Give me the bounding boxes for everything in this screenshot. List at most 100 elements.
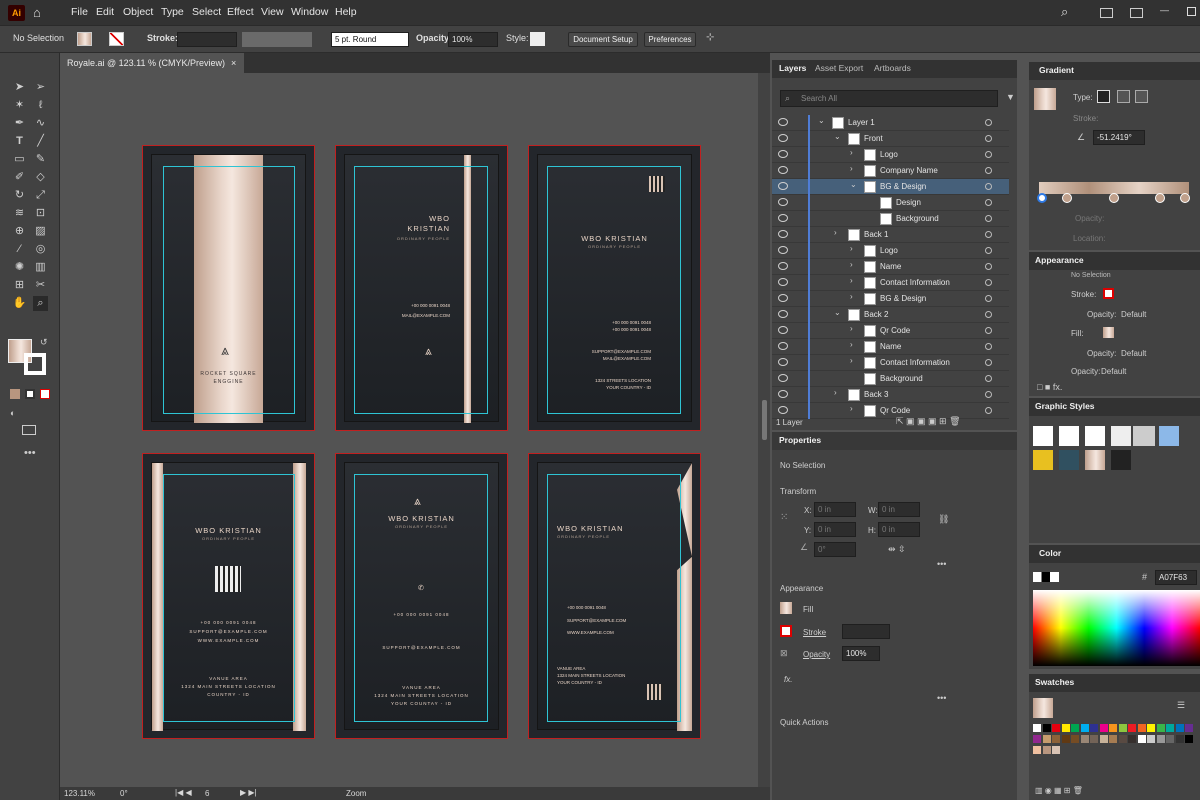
layer-row[interactable]: › Logo <box>772 147 1009 163</box>
menu-window[interactable]: Window <box>291 6 328 18</box>
expand-toggle-icon[interactable]: › <box>834 228 837 237</box>
zoom-tool-icon[interactable]: ⌕ <box>33 296 48 311</box>
stroke-weight-field[interactable] <box>842 624 890 639</box>
gradient-stop-1[interactable] <box>1037 193 1047 203</box>
color-swatch[interactable] <box>1090 735 1098 743</box>
artboard-2[interactable]: WBO KRISTIAN ORDINARY PEOPLE +00 000 009… <box>335 145 508 431</box>
opacity-label[interactable]: Opacity: <box>1071 367 1100 376</box>
target-circle-icon[interactable] <box>985 199 992 206</box>
more-options-icon[interactable]: ••• <box>937 559 946 569</box>
menu-select[interactable]: Select <box>192 6 221 18</box>
expand-toggle-icon[interactable]: › <box>850 356 853 365</box>
visibility-eye-icon[interactable] <box>778 166 788 174</box>
zoom-level[interactable]: 123.11% <box>64 789 95 798</box>
color-swatch[interactable] <box>1099 735 1108 743</box>
visibility-eye-icon[interactable] <box>778 294 788 302</box>
flip-icons[interactable]: ⇹ ⇳ <box>888 544 906 555</box>
target-circle-icon[interactable] <box>985 183 992 190</box>
more-appearance-icon[interactable]: ••• <box>937 693 946 703</box>
target-circle-icon[interactable] <box>985 279 992 286</box>
fill-swatch[interactable] <box>77 32 92 46</box>
layer-row[interactable]: › Back 1 <box>772 227 1009 243</box>
shaper-icon[interactable]: ✐ <box>12 170 27 185</box>
color-swatch[interactable] <box>1128 724 1136 732</box>
artboard-4[interactable]: WBO KRISTIAN ORDINARY PEOPLE +00 000 009… <box>142 453 315 739</box>
color-swatch[interactable] <box>1156 735 1165 743</box>
visibility-eye-icon[interactable] <box>778 406 788 414</box>
x-field[interactable]: 0 in <box>814 502 856 517</box>
freeform-gradient-icon[interactable] <box>1135 90 1148 103</box>
visibility-eye-icon[interactable] <box>778 390 788 398</box>
gradient-tool-icon[interactable]: ▨ <box>33 224 48 239</box>
target-circle-icon[interactable] <box>985 375 992 382</box>
style-6[interactable] <box>1159 426 1179 446</box>
color-swatch[interactable] <box>1042 735 1051 743</box>
color-swatch[interactable] <box>1052 724 1060 732</box>
color-swatch[interactable] <box>1061 724 1070 732</box>
target-circle-icon[interactable] <box>985 295 992 302</box>
magic-wand-icon[interactable]: ✶ <box>12 98 27 113</box>
expand-toggle-icon[interactable]: › <box>850 276 853 285</box>
rotation-value[interactable]: 0° <box>120 789 128 798</box>
layer-row[interactable]: Background <box>772 211 1009 227</box>
list-view-icon[interactable]: ☰ <box>1177 700 1185 711</box>
target-circle-icon[interactable] <box>985 263 992 270</box>
layer-row[interactable]: › Name <box>772 339 1009 355</box>
visibility-eye-icon[interactable] <box>778 198 788 206</box>
visibility-eye-icon[interactable] <box>778 358 788 366</box>
stroke-swatch[interactable] <box>1103 288 1114 299</box>
draw-mode-icon[interactable]: ◐ <box>10 408 15 418</box>
gradient-stop-5[interactable] <box>1180 193 1190 203</box>
active-swatch[interactable] <box>1033 698 1053 718</box>
stroke-swatch[interactable] <box>109 32 124 46</box>
artboard-canvas[interactable]: ⩓ ROCKET SQUARE ENGGINE WBO KRISTIAN ORD… <box>60 73 770 787</box>
expand-toggle-icon[interactable]: ⌄ <box>850 180 857 189</box>
color-swatch[interactable] <box>1052 735 1060 743</box>
style-8[interactable] <box>1059 450 1079 470</box>
curvature-icon[interactable]: ∿ <box>33 116 48 131</box>
tab-asset-export[interactable]: Asset Export <box>815 63 863 73</box>
color-swatch[interactable] <box>1071 735 1079 743</box>
color-swatch[interactable] <box>1118 724 1127 732</box>
menu-help[interactable]: Help <box>335 6 357 18</box>
layer-row[interactable]: › BG & Design <box>772 291 1009 307</box>
eraser-icon[interactable]: ◇ <box>33 170 48 185</box>
home-icon[interactable]: ⌂ <box>33 5 41 20</box>
menu-view[interactable]: View <box>261 6 284 18</box>
visibility-eye-icon[interactable] <box>778 118 788 126</box>
tab-layers[interactable]: Layers <box>779 63 806 73</box>
appearance-footer-icons[interactable]: □ ■ fx. <box>1037 382 1062 392</box>
variable-width-profile[interactable] <box>242 32 312 47</box>
layer-row[interactable]: ⌄ Layer 1 <box>772 115 1009 131</box>
color-swatch[interactable] <box>1109 724 1117 732</box>
target-circle-icon[interactable] <box>985 167 992 174</box>
style-4[interactable] <box>1111 426 1131 446</box>
layers-footer-icons[interactable]: ⇱ ▣ ▣ ▣ ⊞ 🗑 <box>896 416 961 427</box>
gradient-stop-2[interactable] <box>1062 193 1072 203</box>
swap-colors-icon[interactable]: ↺ <box>40 337 48 348</box>
lasso-icon[interactable]: ℓ <box>33 98 48 113</box>
visibility-eye-icon[interactable] <box>778 310 788 318</box>
tab-artboards[interactable]: Artboards <box>874 63 911 73</box>
gradient-stop-4[interactable] <box>1155 193 1165 203</box>
color-swatch[interactable] <box>1080 724 1089 732</box>
layer-row[interactable]: › Qr Code <box>772 403 1009 419</box>
blend-icon[interactable]: ◎ <box>33 242 48 257</box>
screen-mode-icon[interactable] <box>22 425 36 435</box>
style-swatch[interactable] <box>530 32 545 46</box>
symbol-sprayer-icon[interactable]: ✺ <box>12 260 27 275</box>
color-swatch[interactable] <box>1042 746 1051 754</box>
color-swatch[interactable] <box>1033 735 1041 743</box>
artboard-6[interactable]: WBO KRISTIAN ORDINARY PEOPLE +00 000 009… <box>528 453 701 739</box>
expand-toggle-icon[interactable]: › <box>850 244 853 253</box>
radial-gradient-icon[interactable] <box>1117 90 1130 103</box>
visibility-eye-icon[interactable] <box>778 326 788 334</box>
visibility-eye-icon[interactable] <box>778 214 788 222</box>
expand-toggle-icon[interactable]: › <box>850 164 853 173</box>
target-circle-icon[interactable] <box>985 215 992 222</box>
style-10[interactable] <box>1111 450 1131 470</box>
visibility-eye-icon[interactable] <box>778 262 788 270</box>
free-transform-icon[interactable]: ⊡ <box>33 206 48 221</box>
layer-row[interactable]: ⌄ Front <box>772 131 1009 147</box>
color-swatch[interactable] <box>1147 735 1155 743</box>
